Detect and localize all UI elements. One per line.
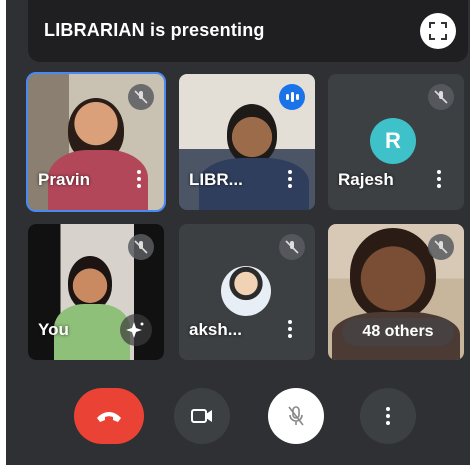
mic-off-badge (128, 234, 154, 260)
mic-off-icon (434, 90, 448, 104)
presenting-banner: LIBRARIAN is presenting (28, 0, 468, 62)
fullscreen-icon (429, 22, 447, 40)
participant-name: Rajesh (338, 170, 394, 189)
presenting-text: LIBRARIAN is presenting (44, 20, 265, 40)
mic-off-badge (428, 234, 454, 260)
mic-off-icon (285, 240, 299, 254)
mic-toggle-button[interactable] (268, 388, 324, 444)
meeting-window: LIBRARIAN is presenting Pravin LIBR... R… (6, 0, 470, 465)
more-options-icon[interactable] (436, 170, 442, 190)
more-options-icon[interactable] (287, 320, 293, 340)
call-controls-bar (6, 388, 470, 448)
participant-tile-others[interactable]: 48 others (328, 224, 464, 360)
participant-tile-rajesh[interactable]: R Rajesh (328, 74, 464, 210)
others-count-badge: 48 others (342, 318, 454, 346)
end-call-icon (97, 412, 121, 422)
more-options-icon[interactable] (287, 170, 293, 190)
mic-off-badge (279, 234, 305, 260)
mic-off-badge (128, 84, 154, 110)
participant-name: You (38, 320, 69, 339)
participant-tile-you[interactable]: You (28, 224, 164, 360)
fullscreen-button[interactable] (420, 13, 456, 49)
end-call-button[interactable] (74, 388, 144, 444)
effects-button[interactable] (120, 314, 152, 346)
avatar: R (370, 118, 416, 164)
participant-name: LIBR... (189, 170, 243, 189)
participant-name: aksh... (189, 320, 242, 339)
participant-name: Pravin (38, 170, 90, 189)
participant-tile-librarian[interactable]: LIBR... (179, 74, 315, 210)
speaking-indicator-icon (279, 84, 305, 110)
mic-off-badge (428, 84, 454, 110)
participant-tile-pravin[interactable]: Pravin (26, 72, 166, 212)
sparkle-icon (126, 322, 144, 338)
avatar (221, 266, 271, 316)
mic-off-icon (134, 90, 148, 104)
mic-off-icon (288, 406, 304, 426)
camera-icon (191, 409, 212, 423)
more-options-icon (386, 407, 390, 425)
more-options-icon[interactable] (136, 170, 142, 190)
more-options-button[interactable] (360, 388, 416, 444)
camera-toggle-button[interactable] (174, 388, 230, 444)
mic-off-icon (134, 240, 148, 254)
participant-tile-aksh[interactable]: aksh... (179, 224, 315, 360)
mic-off-icon (434, 240, 448, 254)
